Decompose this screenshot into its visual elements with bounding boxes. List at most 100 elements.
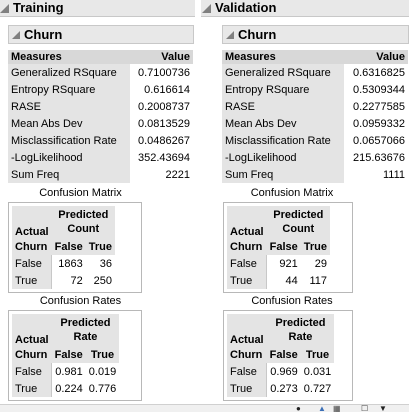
table-row: Misclassification Rate 0.0486267 — [8, 132, 193, 149]
row-label: True — [12, 380, 53, 397]
measure-name: Misclassification Rate — [222, 132, 345, 149]
measure-value: 0.5309344 — [353, 83, 405, 96]
training-title: Training — [13, 0, 64, 15]
table-row: False 0.969 0.031 — [227, 363, 334, 380]
cell-value: 0.019 — [88, 365, 117, 378]
rate-label: Rate — [73, 331, 98, 343]
row-label: True — [227, 272, 268, 289]
measure-name: Sum Freq — [222, 166, 345, 183]
measure-name: Generalized RSquare — [222, 64, 345, 81]
predicted-label: Predicted — [275, 317, 326, 329]
measure-name: Entropy RSquare — [222, 81, 345, 98]
disclosure-triangle-icon[interactable] — [12, 30, 20, 39]
validation-measures-table: Measures Value Generalized RSquare 0.6316… — [222, 50, 408, 183]
measure-value: 0.0486267 — [138, 134, 190, 147]
cell-value: 921 — [279, 257, 298, 270]
measure-value: 0.2277585 — [353, 100, 405, 113]
value-col-header: Value — [344, 50, 408, 64]
cell-value: 250 — [93, 274, 112, 287]
col-false-label: False — [51, 238, 86, 255]
cell-value: 0.969 — [270, 365, 298, 378]
disclosure-triangle-icon[interactable] — [202, 3, 211, 13]
measure-name: Entropy RSquare — [8, 81, 130, 98]
measure-value: 0.2008737 — [138, 100, 190, 113]
validation-churn-header[interactable]: Churn — [222, 25, 409, 44]
confusion-rates-title: Confusion Rates — [39, 295, 122, 307]
predicted-header: Predicted Count — [51, 206, 115, 238]
training-outline-header[interactable]: Training — [0, 0, 195, 17]
table-row: False 0.981 0.019 — [12, 363, 119, 380]
measure-value: 0.0657066 — [353, 134, 405, 147]
table-row: RASE 0.2008737 — [8, 98, 193, 115]
col-true-label: True — [85, 346, 120, 363]
col-true-label: True — [300, 238, 330, 255]
predicted-label: Predicted — [60, 317, 111, 329]
predicted-label: Predicted — [58, 209, 109, 221]
row-label: False — [12, 255, 53, 272]
confusion-matrix-title: Confusion Matrix — [39, 187, 122, 199]
table-row: False 921 29 — [227, 255, 330, 272]
cell-value: 36 — [99, 257, 112, 270]
table-row: Sum Freq 1111 — [222, 166, 408, 183]
row-label: False — [227, 363, 268, 380]
cell-value: 44 — [285, 274, 298, 287]
churn-label: Churn — [12, 346, 52, 363]
measure-value: 352.43694 — [138, 151, 190, 164]
measure-name: Mean Abs Dev — [222, 115, 345, 132]
validation-outline-header[interactable]: Validation — [201, 0, 409, 17]
cell-value: 117 — [309, 274, 327, 287]
measure-value: 0.6316825 — [353, 66, 405, 79]
predicted-label: Predicted — [273, 209, 324, 221]
measures-col-header: Measures — [8, 50, 130, 64]
rate-label: Rate — [288, 331, 313, 343]
row-label: False — [227, 255, 268, 272]
table-row: -LogLikelihood 352.43694 — [8, 149, 193, 166]
table-row: RASE 0.2277585 — [222, 98, 408, 115]
measure-value: 215.63676 — [353, 151, 405, 164]
validation-confusion-matrix: Actual Predicted Count Churn False True … — [223, 202, 353, 293]
cell-value: 1863 — [58, 257, 83, 270]
cell-value: 0.273 — [270, 382, 298, 395]
cell-value: 0.776 — [88, 382, 117, 395]
count-label: Count — [282, 223, 315, 235]
churn-label: Churn — [227, 238, 267, 255]
table-row: Sum Freq 2221 — [8, 166, 193, 183]
measure-name: Mean Abs Dev — [8, 115, 130, 132]
table-row: Entropy RSquare 0.616614 — [8, 81, 193, 98]
measure-value: 0.0959332 — [353, 117, 405, 130]
cell-value: 29 — [314, 257, 327, 270]
actual-label: Actual — [12, 206, 52, 238]
validation-confusion-rates: Actual Predicted Rate Churn False True F… — [223, 310, 353, 401]
training-churn-header[interactable]: Churn — [8, 25, 194, 44]
table-row: Entropy RSquare 0.5309344 — [222, 81, 408, 98]
col-true-label: True — [85, 238, 115, 255]
measures-col-header: Measures — [222, 50, 345, 64]
disclosure-triangle-icon[interactable] — [226, 30, 234, 39]
measure-value: 1111 — [382, 168, 405, 181]
training-confusion-rates: Actual Predicted Rate Churn False True F… — [8, 310, 142, 401]
table-row: Misclassification Rate 0.0657066 — [222, 132, 408, 149]
table-row: True 0.224 0.776 — [12, 380, 119, 397]
churn-label: Churn — [12, 238, 52, 255]
measure-value: 2221 — [165, 168, 190, 181]
disclosure-triangle-icon[interactable] — [0, 3, 9, 13]
table-row: True 44 117 — [227, 272, 330, 289]
measure-name: Misclassification Rate — [8, 132, 130, 149]
row-label: True — [227, 380, 268, 397]
cell-value: 0.727 — [303, 382, 332, 395]
table-row: Mean Abs Dev 0.0813529 — [8, 115, 193, 132]
measure-value: 0.616614 — [144, 83, 190, 96]
churn-label: Churn — [227, 346, 267, 363]
measure-value: 0.0813529 — [138, 117, 190, 130]
confusion-rates-title: Confusion Rates — [251, 295, 333, 307]
validation-churn-title: Churn — [238, 27, 277, 42]
col-true-label: True — [300, 346, 335, 363]
measure-name: Sum Freq — [8, 166, 130, 183]
value-col-header: Value — [129, 50, 193, 64]
training-churn-title: Churn — [24, 27, 63, 42]
col-false-label: False — [51, 346, 86, 363]
actual-label: Actual — [227, 314, 267, 346]
measure-value: 0.7100736 — [138, 66, 190, 79]
validation-title: Validation — [215, 0, 277, 15]
actual-label: Actual — [12, 314, 52, 346]
